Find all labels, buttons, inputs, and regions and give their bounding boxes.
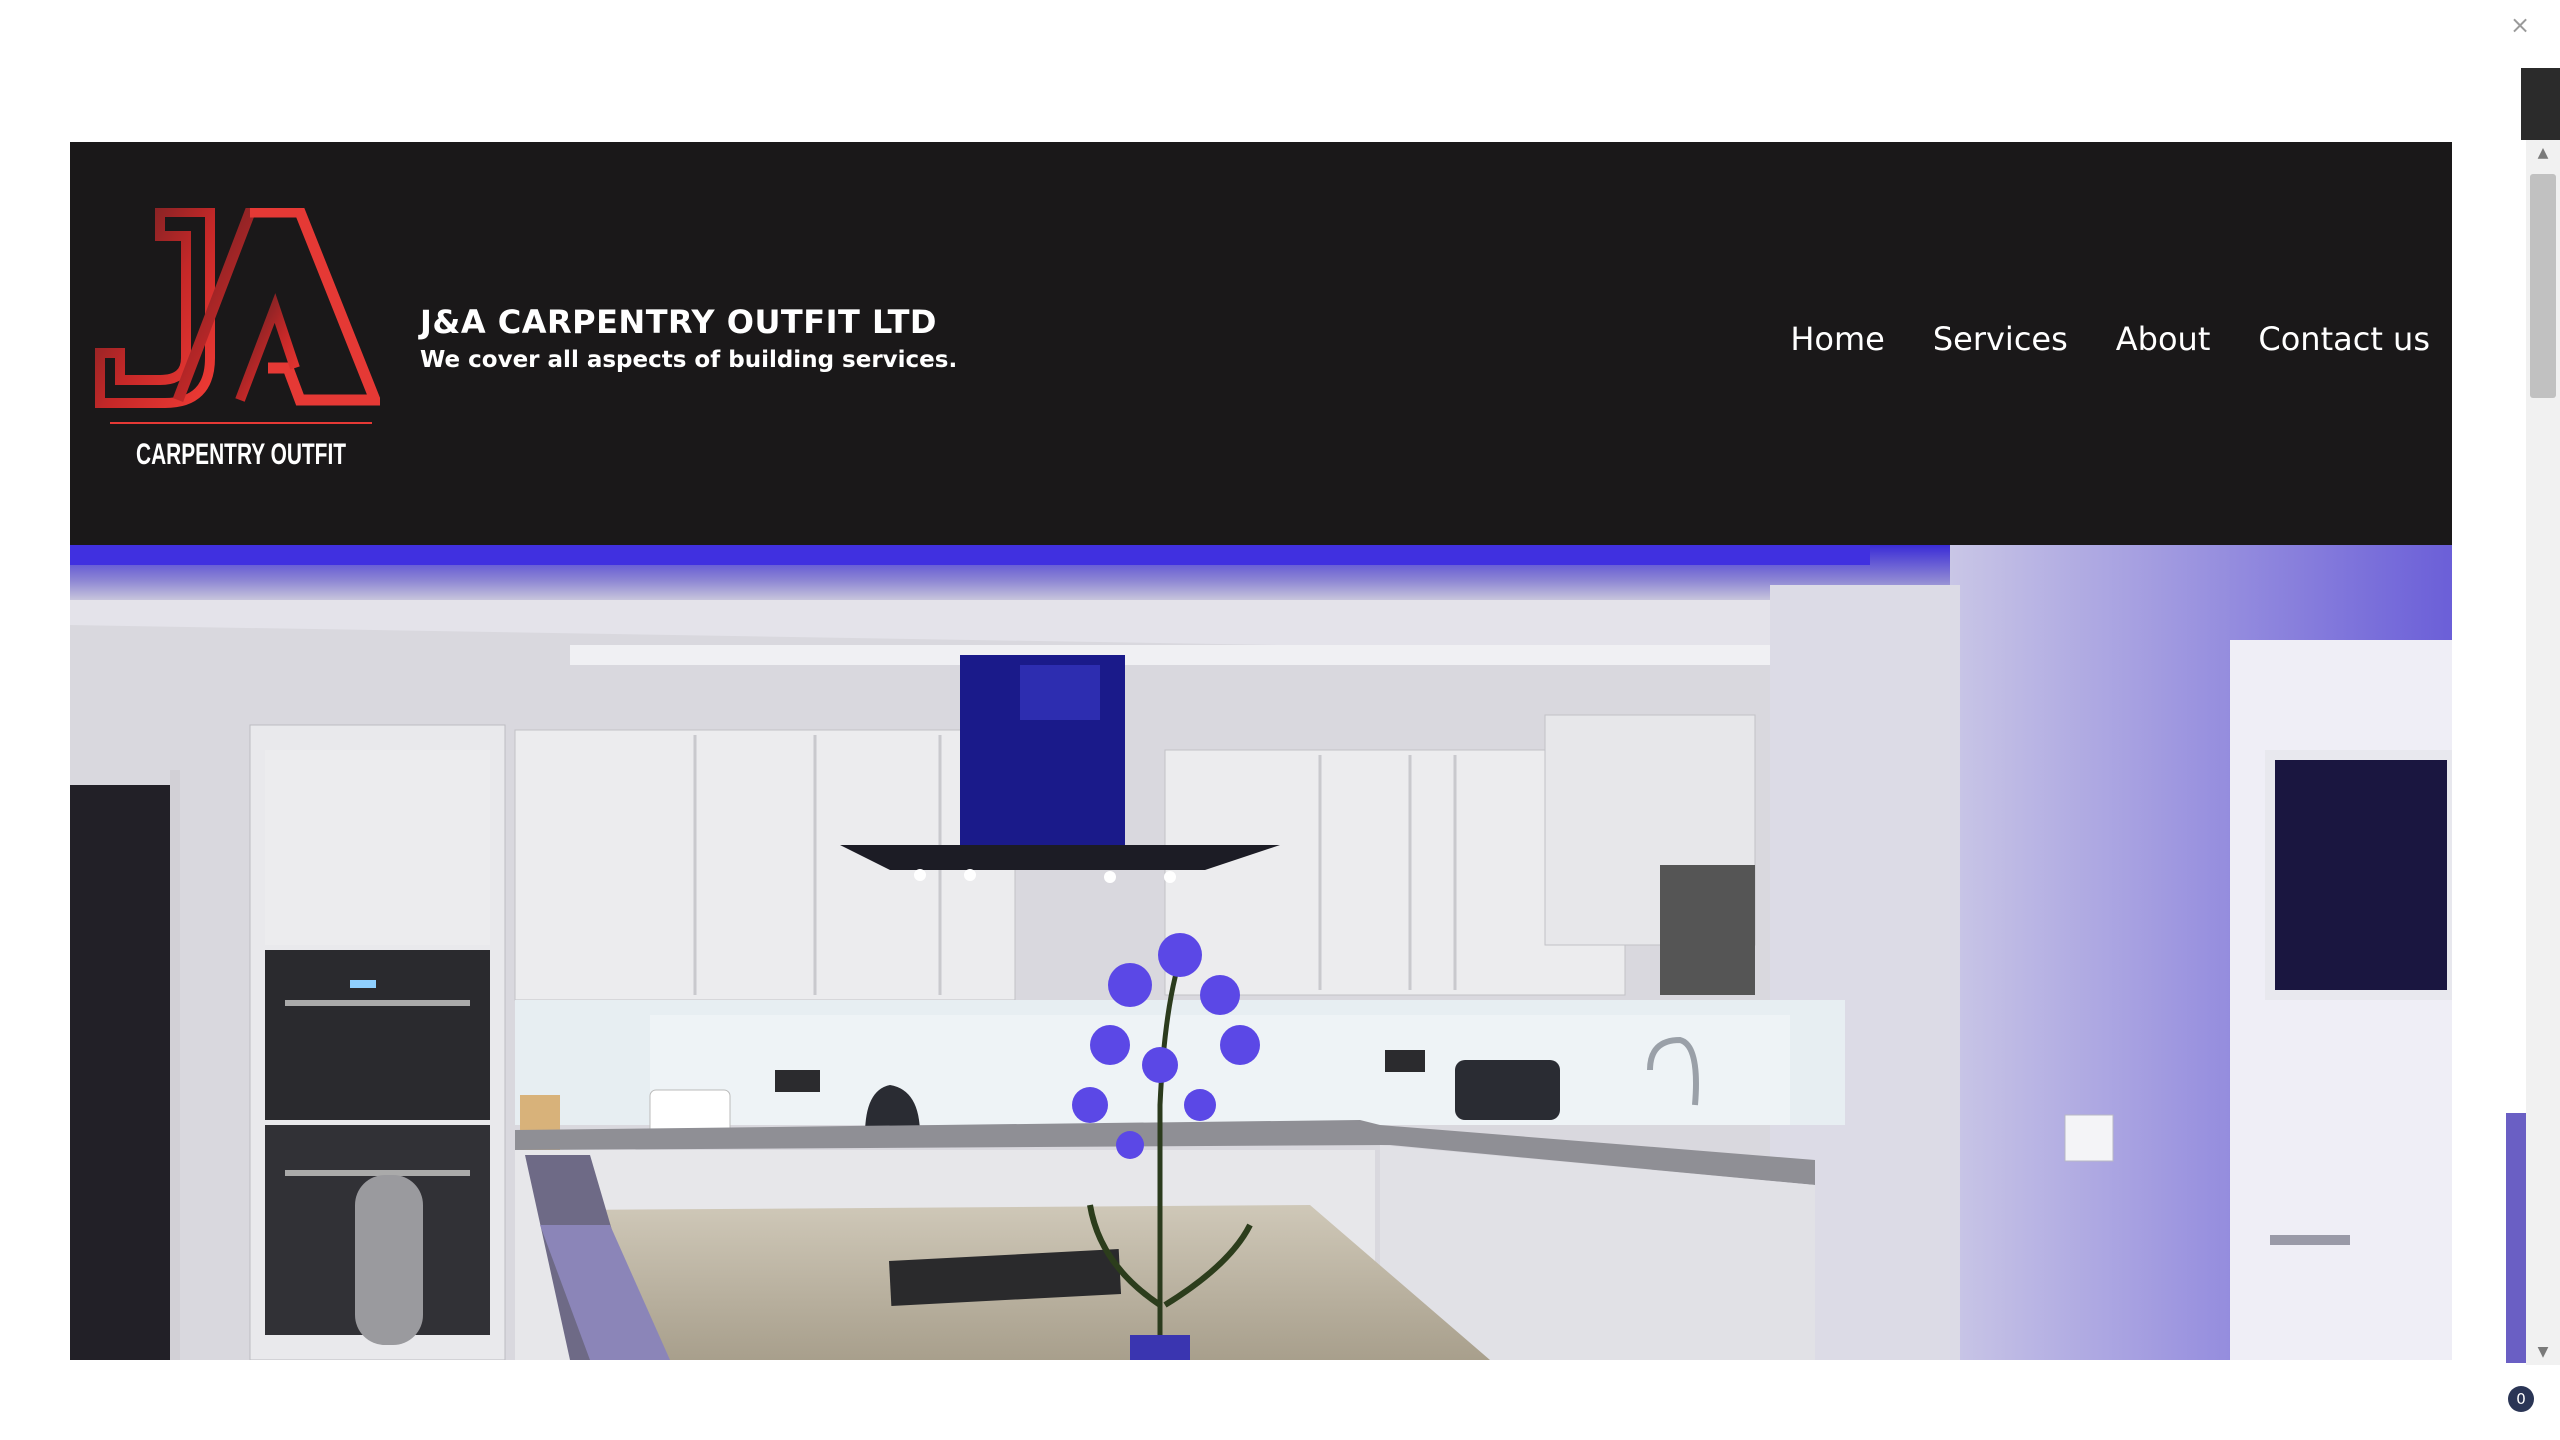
vertical-scrollbar[interactable]: ▲ ▼ — [2526, 140, 2560, 1365]
nav-contact-us[interactable]: Contact us — [2258, 319, 2430, 359]
nav-home[interactable]: Home — [1790, 319, 1885, 359]
kitchen-photo-illustration — [70, 545, 2452, 1360]
scroll-thumb[interactable] — [2530, 174, 2556, 398]
site-header: CARPENTRY OUTFIT J&A CARPENTRY OUTFIT LT… — [70, 142, 2452, 545]
hero-kitchen-photo — [70, 545, 2452, 1360]
brand-name: J&A CARPENTRY OUTFIT LTD — [420, 303, 937, 341]
page: × CARPENTRY OUTFIT J&A CARPENTRY OUTFIT … — [0, 0, 2560, 1440]
close-icon[interactable]: × — [2510, 13, 2532, 37]
scroll-up-icon[interactable]: ▲ — [2526, 140, 2560, 166]
logo-mark: CARPENTRY OUTFIT — [95, 206, 384, 471]
nav-services[interactable]: Services — [1933, 319, 2068, 359]
company-logo[interactable]: CARPENTRY OUTFIT — [90, 206, 384, 478]
brand-tagline: We cover all aspects of building service… — [420, 347, 958, 373]
logo-text: CARPENTRY OUTFIT — [136, 438, 346, 471]
nav-about[interactable]: About — [2116, 319, 2211, 359]
scroll-down-icon[interactable]: ▼ — [2526, 1339, 2560, 1365]
notification-badge[interactable]: 0 — [2508, 1386, 2534, 1412]
brand-block: J&A CARPENTRY OUTFIT LTD We cover all as… — [420, 302, 957, 378]
main-nav: Home Services About Contact us — [1790, 319, 2430, 359]
side-widget-edge — [2506, 1113, 2526, 1363]
